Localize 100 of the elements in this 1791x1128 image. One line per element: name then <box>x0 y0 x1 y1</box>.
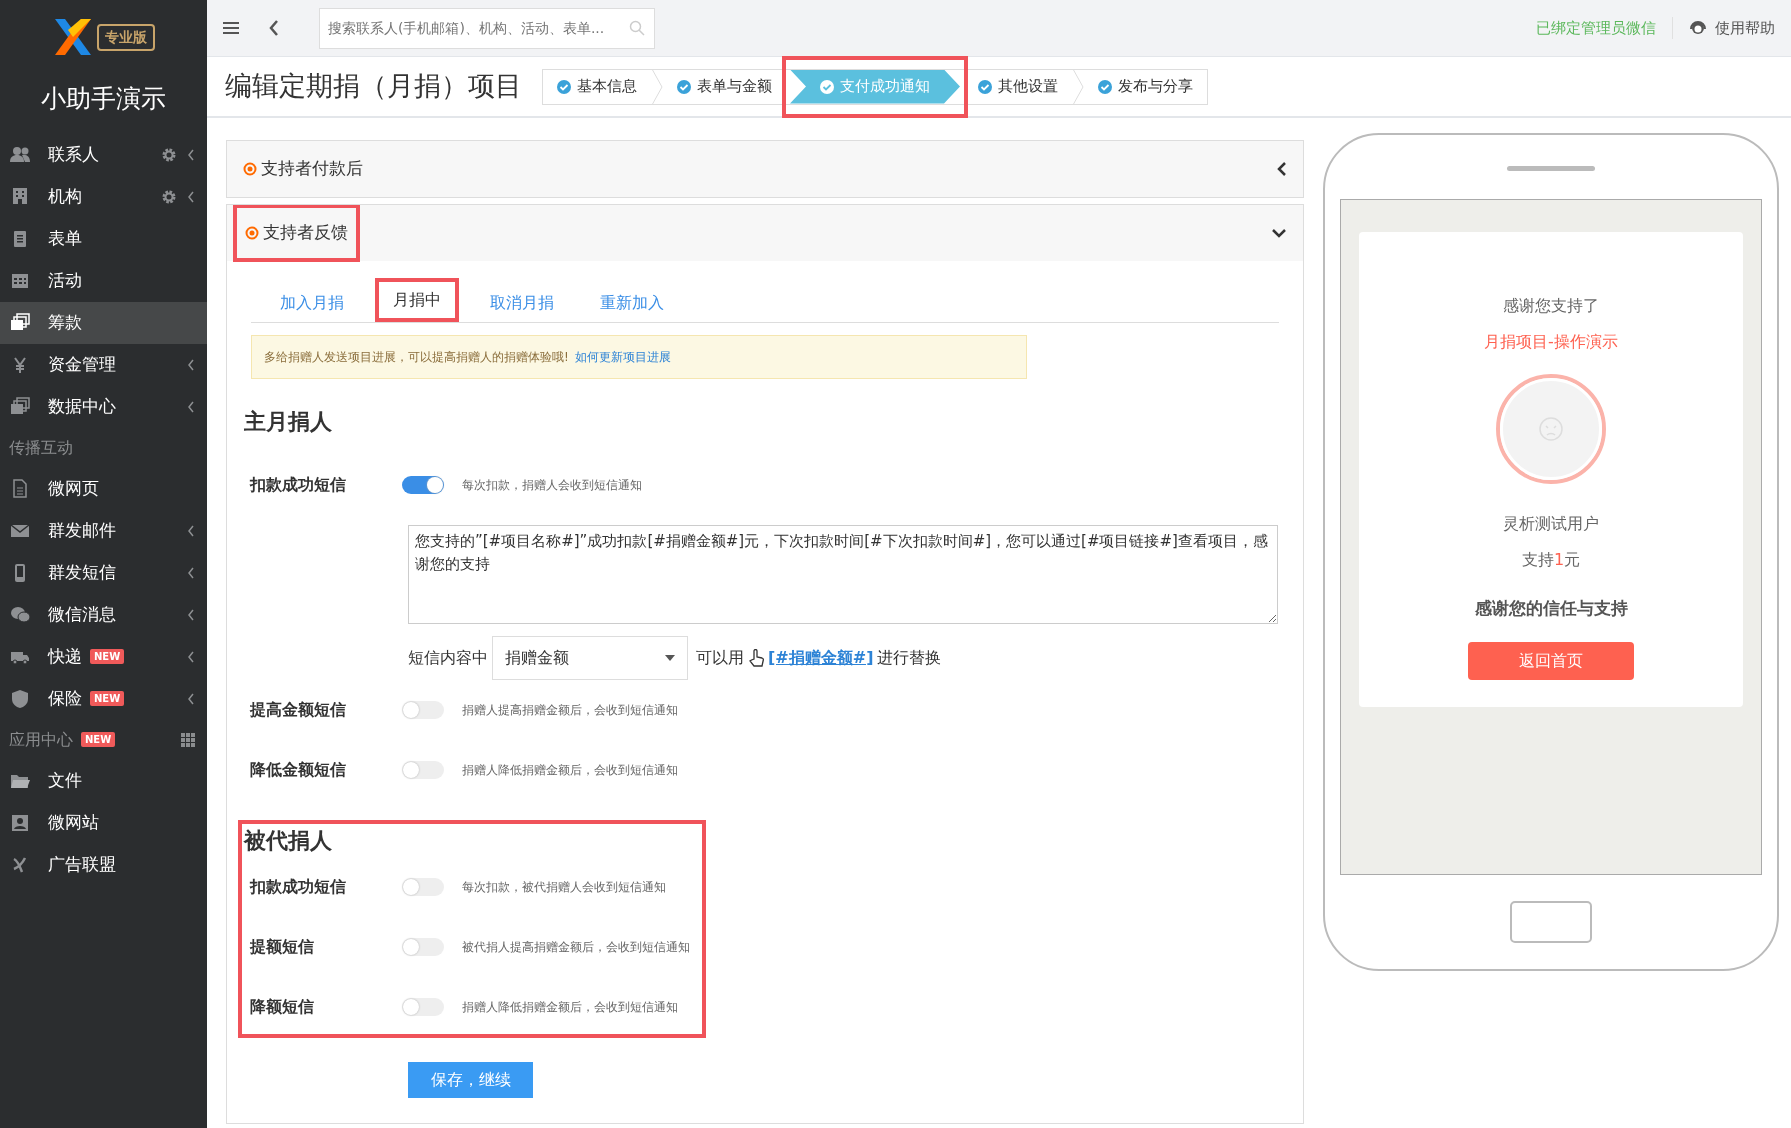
tab[interactable]: 月捐中 <box>375 278 459 322</box>
variable-token[interactable]: [#捐赠金额#] <box>768 646 874 671</box>
field-label: 短信内容中 <box>408 647 488 670</box>
check-circle-icon <box>677 79 691 94</box>
step-tab[interactable]: 表单与金额 <box>663 69 786 104</box>
tab[interactable]: 重新加入 <box>585 284 679 322</box>
shield-icon <box>10 688 30 709</box>
help-link[interactable]: 如何更新项目进展 <box>574 350 671 364</box>
select-field[interactable]: 捐赠金额 <box>492 636 688 681</box>
people-icon <box>10 144 30 165</box>
check-circle-icon <box>820 79 834 94</box>
panel-header[interactable]: 支持者反馈 <box>227 205 1303 261</box>
toggle-switch[interactable] <box>402 701 444 720</box>
hint-text: 每次扣款，捐赠人会收到短信通知 <box>462 477 642 495</box>
toggle-switch[interactable] <box>402 761 444 780</box>
edition-badge: 专业版 <box>96 23 155 51</box>
chat-bubbles-icon <box>10 604 30 625</box>
pointing-hand-icon <box>748 649 764 668</box>
chevron-left-icon <box>187 566 195 579</box>
settings-icon <box>161 146 177 163</box>
message-textarea[interactable]: 您支持的”[#项目名称#]”成功扣款[#捐赠金额#]元，下次扣款时间[#下次扣款时间#]，您可以通过[#项目链接#]查看项目，感谢您的支持 <box>408 525 1278 625</box>
sidebar-item[interactable]: 保险 NEW <box>0 677 207 720</box>
step-tab[interactable]: 基本信息 <box>543 69 651 104</box>
thank-you-message: 感谢您的信任与支持 <box>1474 597 1628 620</box>
donation-amount: 支持1元 <box>1521 549 1581 571</box>
app-title: 小助手演示 <box>40 83 167 115</box>
sidebar-item[interactable]: 广告联盟 <box>0 843 207 886</box>
menu-icon[interactable] <box>223 21 239 35</box>
project-name: 月捐项目-操作演示 <box>1484 331 1618 353</box>
field-label: 扣款成功短信 <box>248 474 347 497</box>
chevron-left-icon <box>1277 161 1287 177</box>
page-title: 编辑定期捐（月捐）项目 <box>225 70 522 103</box>
chevron-left-icon <box>187 190 195 203</box>
chevron-left-icon <box>187 400 195 413</box>
check-circle-icon <box>978 79 992 94</box>
sidebar-item[interactable]: 群发邮件 <box>0 509 207 552</box>
cards-icon <box>10 312 30 333</box>
grid-icon[interactable] <box>181 732 195 747</box>
settings-icon <box>161 188 177 205</box>
document-icon <box>10 478 30 499</box>
new-badge: NEW <box>90 691 125 706</box>
sidebar-item[interactable]: 联系人 <box>0 133 207 176</box>
new-badge: NEW <box>90 649 125 664</box>
chevron-left-icon <box>187 358 195 371</box>
hint-text: 捐赠人提高捐赠金额后，会收到短信通知 <box>462 702 678 720</box>
highlight-frame: 支持者反馈 <box>233 205 360 262</box>
section-header: 传播互动 <box>9 436 73 459</box>
help-link[interactable]: 使用帮助 <box>1715 16 1775 40</box>
contact-card-icon <box>10 812 30 833</box>
sidebar-item[interactable]: 微网站 <box>0 801 207 844</box>
toggle-switch[interactable] <box>402 476 444 495</box>
field-label: 进行替换 <box>877 647 942 670</box>
sidebar-item[interactable]: 快递 NEW <box>0 635 207 678</box>
toggle-switch[interactable] <box>402 997 444 1016</box>
building-icon <box>10 186 30 207</box>
headset-icon <box>1689 19 1707 37</box>
target-icon <box>243 162 257 176</box>
user-name: 灵析测试用户 <box>1503 513 1599 535</box>
sidebar-item[interactable]: 表单 <box>0 217 207 260</box>
check-circle-icon <box>557 79 571 94</box>
new-badge: NEW <box>81 732 116 747</box>
tab[interactable]: 取消月捐 <box>475 284 569 322</box>
search-icon <box>629 19 645 36</box>
x-logo-icon <box>52 17 93 57</box>
sidebar-item[interactable]: 活动 <box>0 259 207 302</box>
sidebar-item[interactable]: 数据中心 <box>0 385 207 428</box>
hint-text: 捐赠人降低捐赠金额后，会收到短信通知 <box>462 998 678 1016</box>
tab[interactable]: 加入月捐 <box>265 284 359 322</box>
chevron-down-icon <box>1271 228 1287 238</box>
field-label: 降低金额短信 <box>249 759 347 782</box>
hint-text: 每次扣款，被代捐赠人会收到短信通知 <box>462 878 666 896</box>
sidebar-item[interactable]: 群发短信 <box>0 551 207 594</box>
field-label: 扣款成功短信 <box>248 875 347 898</box>
panel-header[interactable]: 支持者付款后 <box>227 141 1303 197</box>
toggle-switch[interactable] <box>402 937 444 956</box>
step-tab[interactable]: 发布与分享 <box>1084 69 1207 104</box>
chevron-left-icon <box>187 692 195 705</box>
chevron-left-icon <box>187 650 195 663</box>
field-label: 可以用 <box>696 647 744 670</box>
sidebar-item[interactable]: 机构 <box>0 175 207 218</box>
sidebar-item[interactable]: 微网页 <box>0 467 207 510</box>
sidebar-item[interactable]: 文件 <box>0 759 207 802</box>
sidebar-item[interactable]: 筹款 <box>0 301 207 344</box>
back-icon[interactable] <box>269 20 279 36</box>
home-button[interactable] <box>1510 901 1592 943</box>
chevron-left-icon <box>187 524 195 537</box>
sidebar-item[interactable]: 资金管理 <box>0 343 207 386</box>
target-icon <box>245 226 259 240</box>
section-title: 被代捐人 <box>244 828 333 855</box>
step-tab[interactable]: 其他设置 <box>964 69 1072 104</box>
section-title: 主月捐人 <box>244 409 333 436</box>
toggle-switch[interactable] <box>402 877 444 896</box>
field-label: 提额短信 <box>248 935 315 958</box>
search-field[interactable]: 搜索联系人(手机邮箱)、机构、活动、表单... <box>319 7 655 49</box>
check-circle-icon <box>1098 79 1112 94</box>
caret-icon <box>665 655 675 662</box>
sidebar-item[interactable]: 微信消息 <box>0 593 207 636</box>
chevron-left-icon <box>187 148 195 161</box>
hint-text: 捐赠人降低捐赠金额后，会收到短信通知 <box>462 762 678 780</box>
field-label: 提高金额短信 <box>248 699 347 722</box>
